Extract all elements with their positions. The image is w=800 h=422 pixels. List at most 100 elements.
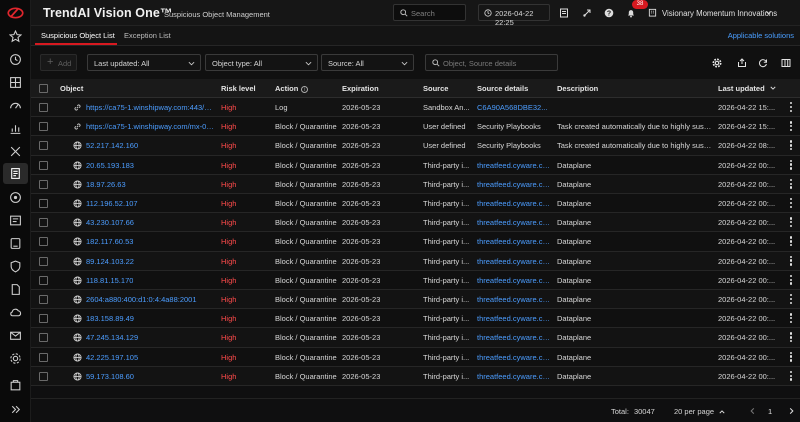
object-link[interactable]: 42.225.197.105 [86,353,138,362]
object-link[interactable]: 182.117.60.53 [86,237,133,246]
table-row[interactable]: 47.245.134.129 High Block / Quarantine 2026… [31,328,800,348]
source-details[interactable]: threatfeed.cyware.co... [477,257,550,266]
row-actions-kebab-icon[interactable] [790,121,793,132]
column-header-risk-level[interactable]: Risk level [221,84,256,93]
object-link[interactable]: 2604:a880:400:d1:0:4:4a88:2001 [86,295,197,304]
object-link[interactable]: 59.173.108.60 [86,372,134,381]
help-icon[interactable]: ? [603,7,614,18]
email-icon[interactable] [8,328,23,343]
object-link[interactable]: 52.217.142.160 [86,141,138,150]
table-row[interactable]: https://ca75-1.winshipway.com:443/mx-01-… [31,98,800,118]
table-row[interactable]: 42.225.197.105 High Block / Quarantine 2026… [31,347,800,367]
table-row[interactable]: 182.117.60.53 High Block / Quarantine 2026-… [31,232,800,252]
history-icon[interactable] [8,52,23,67]
source-details[interactable]: threatfeed.cyware.co... [477,218,550,227]
source-details[interactable]: threatfeed.cyware.co... [477,314,550,323]
notes-icon[interactable] [558,7,569,18]
workflow-icon[interactable] [581,7,592,18]
source-details[interactable]: threatfeed.cyware.co... [477,372,550,381]
column-header-source-details[interactable]: Source details [477,84,528,93]
row-actions-kebab-icon[interactable] [790,313,793,324]
previous-page-icon[interactable] [749,407,756,415]
column-header-object[interactable]: Object [60,84,83,93]
row-checkbox[interactable] [39,295,48,304]
table-row[interactable]: 59.173.108.60 High Block / Quarantine 2026-… [31,366,800,386]
current-page[interactable]: 1 [768,407,772,416]
row-actions-kebab-icon[interactable] [790,178,793,189]
row-checkbox[interactable] [39,179,48,189]
expand-nav-icon[interactable] [8,402,23,417]
object-link[interactable]: https://ca75-1.winshipway.com:443/mx-01-… [86,103,216,112]
row-checkbox[interactable] [39,141,48,151]
favorites-star-icon[interactable] [8,29,23,44]
table-row[interactable]: 52.217.142.160 High Block / Quarantine 2026… [31,136,800,156]
row-checkbox[interactable] [39,237,48,247]
table-row[interactable]: 118.81.15.170 High Block / Quarantine 2026-… [31,270,800,290]
source-details[interactable]: C6A90A568DBE32... [477,103,547,112]
row-actions-kebab-icon[interactable] [790,255,793,266]
row-checkbox[interactable] [39,371,48,381]
table-row[interactable]: 20.65.193.183 High Block / Quarantine 2026-… [31,155,800,175]
row-actions-kebab-icon[interactable] [790,198,793,208]
tab-suspicious-object-list[interactable]: Suspicious Object List [41,31,115,40]
source-details[interactable]: threatfeed.cyware.co... [477,237,550,246]
source-details[interactable]: threatfeed.cyware.co... [477,295,550,304]
datetime-display[interactable]: 2026-04-22 22:25 [478,4,550,27]
object-link[interactable]: 47.245.134.129 [86,333,138,342]
row-checkbox[interactable] [39,103,48,112]
row-actions-kebab-icon[interactable] [790,294,793,304]
source-details[interactable]: threatfeed.cyware.co... [477,333,550,342]
row-checkbox[interactable] [39,256,48,266]
row-actions-kebab-icon[interactable] [790,217,793,228]
row-checkbox[interactable] [39,199,48,208]
source-details[interactable]: threatfeed.cyware.co... [477,353,550,362]
gauge-icon[interactable] [8,98,23,113]
table-row[interactable]: 112.196.52.107 High Block / Quarantine 2026… [31,194,800,214]
column-header-source[interactable]: Source [423,84,448,93]
row-actions-kebab-icon[interactable] [790,332,793,343]
source-details[interactable]: threatfeed.cyware.co... [477,161,550,170]
row-actions-kebab-icon[interactable] [790,370,793,381]
reports-icon[interactable] [8,213,23,228]
trendai-logo-icon[interactable] [7,6,24,20]
document-icon[interactable] [8,282,23,297]
row-actions-kebab-icon[interactable] [790,102,793,112]
dashboard-grid-icon[interactable] [8,75,23,90]
settings-gear-icon[interactable] [712,58,722,68]
tab-exception-list[interactable]: Exception List [124,31,171,40]
last-updated-filter[interactable]: Last updated: All [87,54,201,71]
table-row[interactable]: 18.97.26.63 High Block / Quarantine 2026-05… [31,174,800,194]
object-link[interactable]: 43.230.107.66 [86,218,134,227]
per-page-selector[interactable]: 20 per page [674,407,725,416]
settings-gear-icon[interactable] [8,351,23,366]
object-link[interactable]: 183.158.89.49 [86,314,134,323]
export-icon[interactable] [737,58,747,68]
row-actions-kebab-icon[interactable] [790,159,793,170]
table-row[interactable]: 43.230.107.66 High Block / Quarantine 2026-… [31,213,800,233]
source-details[interactable]: threatfeed.cyware.co... [477,276,550,285]
global-search-input[interactable]: Search [393,4,466,21]
row-actions-kebab-icon[interactable] [790,351,793,362]
cloud-icon[interactable] [8,305,23,320]
table-row[interactable]: https://ca75-1.winshipway.com/mx-01-007 H… [31,117,800,137]
source-filter[interactable]: Source: All [321,54,414,71]
source-details[interactable]: threatfeed.cyware.co... [477,199,550,208]
table-row[interactable]: 183.158.89.49 High Block / Quarantine 2026-… [31,309,800,329]
info-icon[interactable]: i [301,85,309,93]
source-details[interactable]: threatfeed.cyware.co... [477,180,550,189]
applicable-solutions-link[interactable]: Applicable solutions [728,31,794,40]
row-checkbox[interactable] [39,122,48,132]
row-checkbox[interactable] [39,314,48,324]
column-header-expiration[interactable]: Expiration [342,84,379,93]
column-header-description[interactable]: Description [557,84,598,93]
chart-icon[interactable] [8,121,23,136]
object-link[interactable]: 20.65.193.183 [86,161,134,170]
radar-icon[interactable] [8,190,23,205]
table-row[interactable]: 2604:a880:400:d1:0:4:4a88:2001 High Block … [31,290,800,310]
object-link[interactable]: 89.124.103.22 [86,257,134,266]
object-link[interactable]: 118.81.15.170 [86,276,133,285]
object-link[interactable]: 18.97.26.63 [86,180,126,189]
column-header-last-updated[interactable]: Last updated [718,84,776,93]
column-header-action[interactable]: Action i [275,84,309,93]
device-icon[interactable] [8,236,23,251]
